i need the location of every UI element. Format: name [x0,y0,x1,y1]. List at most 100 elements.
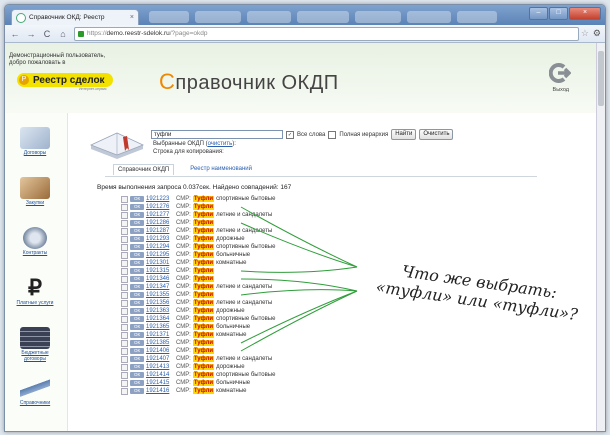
background-tab[interactable] [149,11,189,23]
okdp-code-link[interactable]: 1921347 [146,284,174,290]
background-tab[interactable] [407,11,451,23]
result-row[interactable]: ОК 1921414 СМР: Туфли спортивные бытовые [121,371,275,379]
sidebar-item-purchases[interactable]: Закупки [11,177,59,206]
code-badge[interactable]: ОК [130,212,144,218]
result-row[interactable]: ОК 1921356 СМР: Туфли летние и сандалеты [121,299,275,307]
document-icon[interactable] [121,227,128,235]
document-icon[interactable] [121,219,128,227]
code-badge[interactable]: ОК [130,228,144,234]
document-icon[interactable] [121,267,128,275]
code-badge[interactable]: ОК [130,316,144,322]
code-badge[interactable]: ОК [130,300,144,306]
document-icon[interactable] [121,275,128,283]
sidebar-item-paid-services[interactable]: ₽ Платные услуги [11,277,59,307]
sidebar-item-agreements[interactable]: Контракты [11,227,59,256]
document-icon[interactable] [121,243,128,251]
result-row[interactable]: ОК 1921371 СМР: Туфли комнатные [121,331,275,339]
okdp-code-link[interactable]: 1921295 [146,252,174,258]
okdp-code-link[interactable]: 1921223 [146,196,174,202]
forward-icon[interactable]: → [26,29,36,39]
background-tab[interactable] [297,11,349,23]
close-window-button[interactable]: × [569,7,601,20]
code-badge[interactable]: ОК [130,308,144,314]
okdp-code-link[interactable]: 1921363 [146,308,174,314]
document-icon[interactable] [121,203,128,211]
document-icon[interactable] [121,251,128,259]
okdp-code-link[interactable]: 1921364 [146,316,174,322]
okdp-code-link[interactable]: 1921301 [146,260,174,266]
result-row[interactable]: ОК 1921407 СМР: Туфли летние и сандалеты [121,355,275,363]
result-row[interactable]: ОК 1921355 СМР: Туфли [121,291,275,299]
document-icon[interactable] [121,283,128,291]
code-badge[interactable]: ОК [130,220,144,226]
address-bar[interactable]: https://demo.reestr-sdelok.ru/?page=okdp [74,26,579,41]
document-icon[interactable] [121,315,128,323]
background-tab[interactable] [247,11,291,23]
code-badge[interactable]: ОК [130,340,144,346]
wrench-icon[interactable]: ⚙ [593,28,601,39]
okdp-code-link[interactable]: 1921415 [146,380,174,386]
sidebar-item-directories[interactable]: Справочники [11,377,59,406]
result-row[interactable]: ОК 1921295 СМР: Туфли больничные [121,251,275,259]
okdp-code-link[interactable]: 1921294 [146,244,174,250]
full-hierarchy-checkbox[interactable] [328,130,337,139]
code-badge[interactable]: ОК [130,292,144,298]
okdp-code-link[interactable]: 1921365 [146,324,174,330]
code-badge[interactable]: ОК [130,372,144,378]
document-icon[interactable] [121,355,128,363]
code-badge[interactable]: ОК [130,332,144,338]
code-badge[interactable]: ОК [130,204,144,210]
result-row[interactable]: ОК 1921406 СМР: Туфли [121,347,275,355]
result-row[interactable]: ОК 1921277 СМР: Туфли летние и сандалеты [121,211,275,219]
back-icon[interactable]: ← [10,29,20,39]
okdp-code-link[interactable]: 1921414 [146,372,174,378]
document-icon[interactable] [121,339,128,347]
background-tab[interactable] [355,11,401,23]
result-row[interactable]: ОК 1921287 СМР: Туфли летние и сандалеты [121,227,275,235]
document-icon[interactable] [121,387,128,395]
document-icon[interactable] [121,307,128,315]
result-row[interactable]: ОК 1921416 СМР: Туфли комнатные [121,387,275,395]
document-icon[interactable] [121,259,128,267]
minimize-button[interactable]: – [529,7,548,20]
result-row[interactable]: ОК 1921286 СМР: Туфли [121,219,275,227]
page-scrollbar[interactable] [596,43,605,431]
okdp-code-link[interactable]: 1921346 [146,276,174,282]
result-row[interactable]: ОК 1921223 СМР: Туфли спортивные бытовые [121,195,275,203]
document-icon[interactable] [121,323,128,331]
code-badge[interactable]: ОК [130,348,144,354]
tab-okdp-directory[interactable]: Справочник ОКДП [113,164,175,175]
code-badge[interactable]: ОК [130,324,144,330]
tab-close-icon[interactable]: × [130,14,134,21]
tab-names-registry[interactable]: Реестр наименований [186,164,256,175]
bookmark-star-icon[interactable]: ☆ [581,28,589,39]
scrollbar-thumb[interactable] [598,51,604,106]
code-badge[interactable]: ОК [130,364,144,370]
document-icon[interactable] [121,379,128,387]
result-row[interactable]: ОК 1921301 СМР: Туфли комнатные [121,259,275,267]
okdp-code-link[interactable]: 1921406 [146,348,174,354]
document-icon[interactable] [121,371,128,379]
okdp-code-link[interactable]: 1921277 [146,212,174,218]
result-row[interactable]: ОК 1921315 СМР: Туфли [121,267,275,275]
code-badge[interactable]: ОК [130,380,144,386]
background-tab[interactable] [457,11,497,23]
code-badge[interactable]: ОК [130,260,144,266]
result-row[interactable]: ОК 1921365 СМР: Туфли больничные [121,323,275,331]
okdp-code-link[interactable]: 1921276 [146,204,174,210]
exit-label[interactable]: Выход [553,87,569,93]
home-icon[interactable]: ⌂ [58,29,68,39]
result-row[interactable]: ОК 1921293 СМР: Туфли дорожные [121,235,275,243]
result-row[interactable]: ОК 1921385 СМР: Туфли [121,339,275,347]
result-row[interactable]: ОК 1921415 СМР: Туфли больничные [121,379,275,387]
result-row[interactable]: ОК 1921347 СМР: Туфли летние и сандалеты [121,283,275,291]
code-badge[interactable]: ОК [130,252,144,258]
document-icon[interactable] [121,331,128,339]
okdp-code-link[interactable]: 1921287 [146,228,174,234]
okdp-code-link[interactable]: 1921371 [146,332,174,338]
okdp-code-link[interactable]: 1921416 [146,388,174,394]
document-icon[interactable] [121,299,128,307]
document-icon[interactable] [121,195,128,203]
find-button[interactable]: Найти [391,129,417,140]
code-badge[interactable]: ОК [130,356,144,362]
